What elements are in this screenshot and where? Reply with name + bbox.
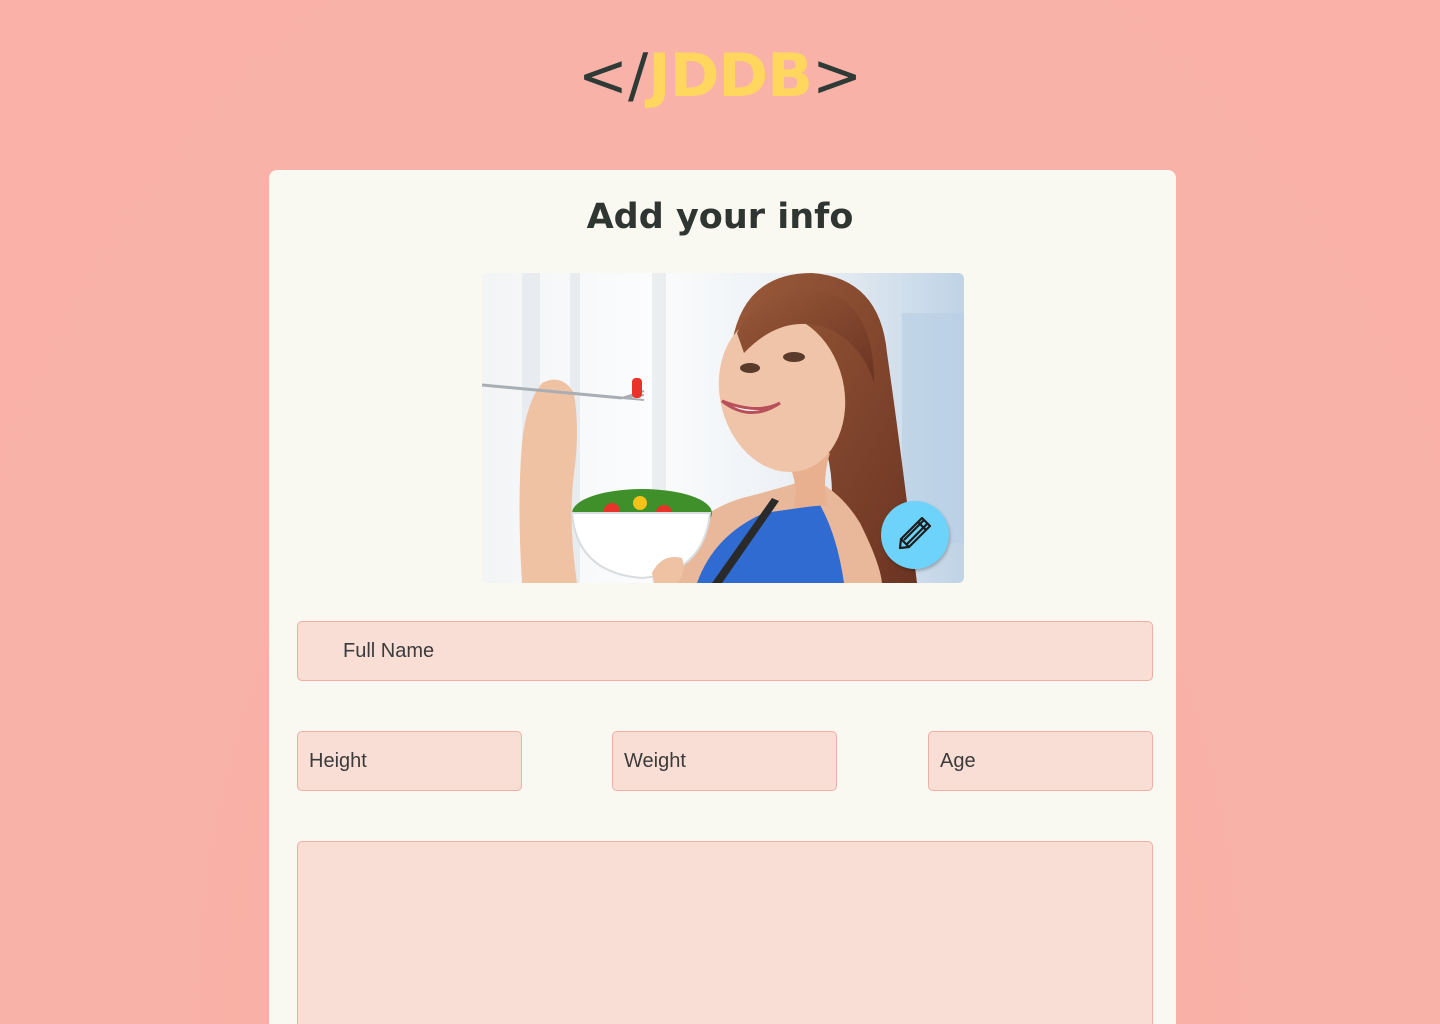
pencil-icon bbox=[895, 513, 935, 558]
full-name-input[interactable] bbox=[297, 621, 1153, 681]
app-logo[interactable]: </JDDB> bbox=[0, 38, 1440, 114]
edit-photo-button[interactable] bbox=[881, 501, 949, 569]
notes-textarea[interactable] bbox=[297, 841, 1153, 1024]
page-title: Add your info bbox=[586, 197, 854, 237]
logo-brand-text: JDDB bbox=[648, 41, 813, 111]
height-input[interactable] bbox=[297, 731, 522, 791]
logo-close-bracket: > bbox=[811, 41, 863, 111]
age-input[interactable] bbox=[928, 731, 1153, 791]
logo-open-bracket: </ bbox=[577, 41, 649, 111]
weight-input[interactable] bbox=[612, 731, 837, 791]
